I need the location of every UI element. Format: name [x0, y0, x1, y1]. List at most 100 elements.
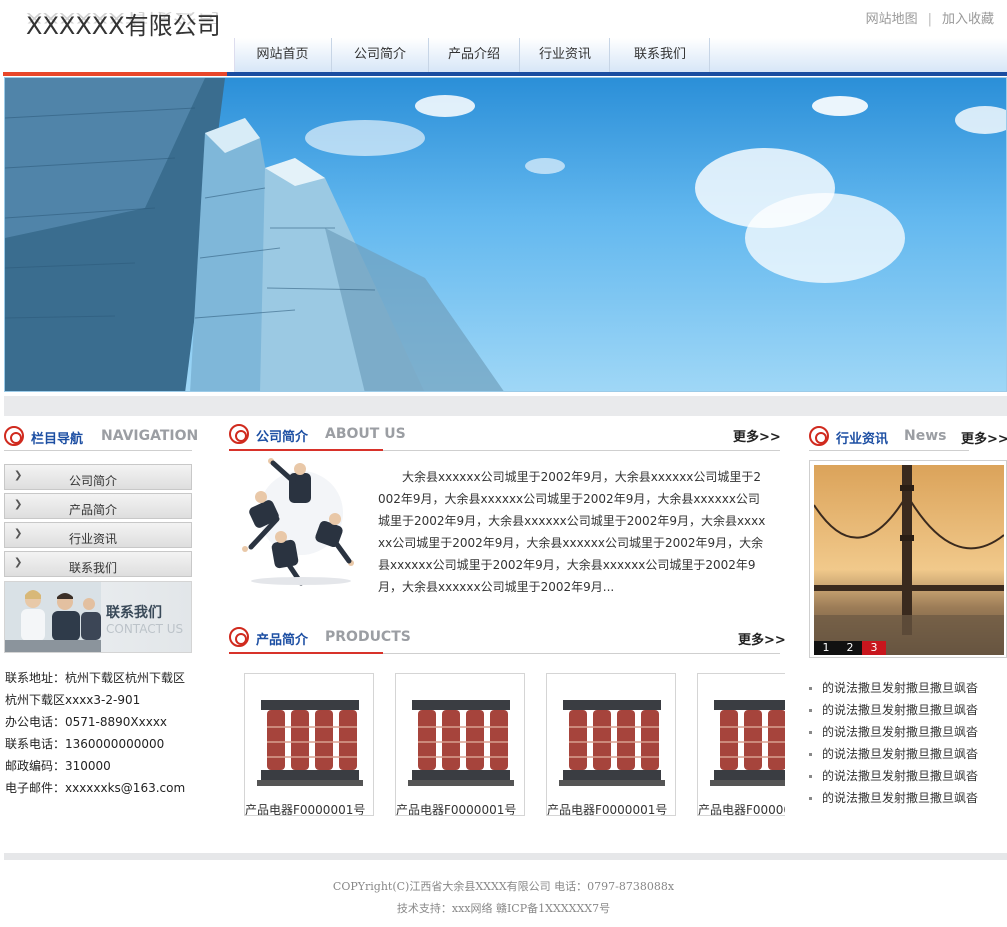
- divider: [809, 450, 969, 451]
- chevron-right-icon: ❯: [14, 499, 23, 510]
- sidebar-item-news[interactable]: ❯ 行业资讯: [4, 522, 192, 548]
- contact-us-banner[interactable]: 联系我们 CONTACT US: [4, 581, 192, 653]
- banner-divider: [4, 396, 1007, 416]
- footer-copyright: COPYright(C)江西省大余县XXXX有限公司 电话：0797-87380…: [332, 880, 675, 893]
- sidebar-item-label: 联系我们: [69, 561, 118, 575]
- section-subtitle: NAVIGATION: [101, 428, 199, 444]
- add-favorite-link[interactable]: 加入收藏: [942, 12, 994, 27]
- bullet-icon: [809, 753, 812, 756]
- logo-underline: [3, 72, 227, 76]
- product-card[interactable]: 产品电器F0000001号: [697, 673, 785, 816]
- section-title: 栏目导航: [31, 432, 84, 447]
- news-item-title[interactable]: 的说法撒旦发射撒旦撒旦飒沓: [822, 791, 978, 805]
- bullet-icon: [809, 709, 812, 712]
- slide-3-button[interactable]: 3: [862, 641, 886, 655]
- product-name[interactable]: 产品电器F0000001号: [698, 801, 785, 815]
- building-sky-illustration: [5, 78, 1006, 391]
- contact-address: 联系地址：杭州下载区杭州下载区: [5, 671, 186, 685]
- product-name[interactable]: 产品电器F0000001号: [396, 801, 524, 815]
- footer-support: 技术支持：xxx网络 赣ICP备1XXXXXX7号: [396, 902, 611, 915]
- section-circle-icon: [229, 627, 249, 647]
- chevron-right-icon: ❯: [14, 470, 23, 481]
- divider-accent: [229, 449, 383, 451]
- chevron-right-icon: ❯: [14, 557, 23, 568]
- divider: [4, 450, 192, 451]
- contact-banner-title: 联系我们: [106, 605, 162, 621]
- news-item-title[interactable]: 的说法撒旦发射撒旦撒旦飒沓: [822, 725, 978, 739]
- section-circle-icon: [4, 426, 24, 446]
- sidebar-item-about[interactable]: ❯ 公司简介: [4, 464, 192, 490]
- news-slideshow[interactable]: 1 2 3: [809, 460, 1007, 658]
- business-team-image: [231, 453, 366, 589]
- slide-2-button[interactable]: 2: [838, 641, 862, 655]
- news-item-title[interactable]: 的说法撒旦发射撒旦撒旦飒沓: [822, 747, 978, 761]
- news-item-title[interactable]: 的说法撒旦发射撒旦撒旦飒沓: [822, 681, 978, 695]
- news-item[interactable]: 的说法撒旦发射撒旦撒旦飒沓: [809, 723, 978, 740]
- product-card[interactable]: 产品电器F0000001号: [395, 673, 525, 816]
- products-more-link[interactable]: 更多>>: [738, 629, 786, 648]
- bridge-photo: [813, 465, 1005, 655]
- bridge-illustration: [813, 465, 1005, 655]
- section-subtitle: ABOUT US: [325, 426, 406, 442]
- section-subtitle: PRODUCTS: [325, 629, 411, 645]
- about-section-header: 公司简介 ABOUT US 更多>>: [229, 421, 781, 451]
- footer-divider: [4, 853, 1007, 860]
- bullet-icon: [809, 687, 812, 690]
- news-item[interactable]: 的说法撒旦发射撒旦撒旦飒沓: [809, 767, 978, 784]
- transformer-image: [559, 700, 665, 786]
- section-circle-icon: [809, 426, 829, 446]
- news-item[interactable]: 的说法撒旦发射撒旦撒旦飒沓: [809, 701, 978, 718]
- contact-email: 电子邮件：xxxxxxks@163.com: [5, 781, 186, 795]
- contact-postcode: 邮政编码：310000: [5, 759, 111, 773]
- section-title: 产品简介: [256, 633, 309, 648]
- divider-accent: [229, 652, 383, 654]
- contact-address-2: 杭州下载区xxxx3-2-901: [5, 693, 141, 707]
- product-name[interactable]: 产品电器F0000001号: [245, 801, 373, 815]
- product-card[interactable]: 产品电器F0000001号: [244, 673, 374, 816]
- nav-about[interactable]: 公司简介: [332, 38, 428, 72]
- nav-home[interactable]: 网站首页: [235, 38, 330, 72]
- sidebar-item-label: 行业资讯: [69, 532, 118, 546]
- sidebar-item-products[interactable]: ❯ 产品简介: [4, 493, 192, 519]
- news-item-title[interactable]: 的说法撒旦发射撒旦撒旦飒沓: [822, 769, 978, 783]
- chevron-right-icon: ❯: [14, 528, 23, 539]
- main-nav: 网站首页 公司简介 产品介绍 行业资讯 联系我们: [234, 38, 1007, 72]
- nav-underline: [227, 72, 1007, 76]
- nav-news[interactable]: 行业资讯: [520, 38, 610, 72]
- news-item[interactable]: 的说法撒旦发射撒旦撒旦飒沓: [809, 789, 978, 806]
- news-more-link[interactable]: 更多>>: [961, 428, 1007, 447]
- team-photo: [231, 453, 366, 589]
- bullet-icon: [809, 797, 812, 800]
- sitemap-link[interactable]: 网站地图: [866, 12, 918, 27]
- section-title: 公司简介: [256, 430, 309, 445]
- news-item[interactable]: 的说法撒旦发射撒旦撒旦飒沓: [809, 679, 978, 696]
- nav-products[interactable]: 产品介绍: [429, 38, 519, 72]
- section-title: 行业资讯: [836, 432, 889, 447]
- transformer-image: [710, 700, 785, 786]
- news-item-title[interactable]: 的说法撒旦发射撒旦撒旦飒沓: [822, 703, 978, 717]
- hero-banner: [4, 77, 1007, 392]
- sidebar-item-label: 产品简介: [69, 503, 118, 517]
- about-intro-text: 大余县xxxxxx公司城里于2002年9月，大余县xxxxxx公司城里于2002…: [378, 470, 766, 594]
- nav-section-header: 栏目导航 NAVIGATION: [4, 423, 198, 453]
- products-section-header: 产品简介 PRODUCTS 更多>>: [229, 624, 786, 654]
- logo-area: XXXXXX有限公司 XXXXXX有限公司: [0, 0, 234, 74]
- slide-1-button[interactable]: 1: [814, 641, 838, 655]
- section-subtitle: News: [904, 428, 947, 444]
- news-section-header: 行业资讯 News 更多>>: [809, 423, 1007, 453]
- contact-phone: 联系电话：1360000000000: [5, 737, 165, 751]
- product-carousel: 产品电器F0000001号 产品电器F0000001号 产品电器F0000001…: [229, 660, 785, 830]
- top-links: 网站地图 | 加入收藏: [866, 8, 994, 27]
- sidebar-item-contact[interactable]: ❯ 联系我们: [4, 551, 192, 577]
- news-item[interactable]: 的说法撒旦发射撒旦撒旦飒沓: [809, 745, 978, 762]
- divider: |: [927, 12, 932, 27]
- office-people-image: [5, 582, 101, 652]
- sidebar-item-label: 公司简介: [69, 474, 118, 488]
- bullet-icon: [809, 775, 812, 778]
- bullet-icon: [809, 731, 812, 734]
- product-card[interactable]: 产品电器F0000001号: [546, 673, 676, 816]
- product-name[interactable]: 产品电器F0000001号: [547, 801, 675, 815]
- about-more-link[interactable]: 更多>>: [733, 426, 781, 445]
- nav-divider: [709, 38, 710, 72]
- nav-contact[interactable]: 联系我们: [610, 38, 710, 72]
